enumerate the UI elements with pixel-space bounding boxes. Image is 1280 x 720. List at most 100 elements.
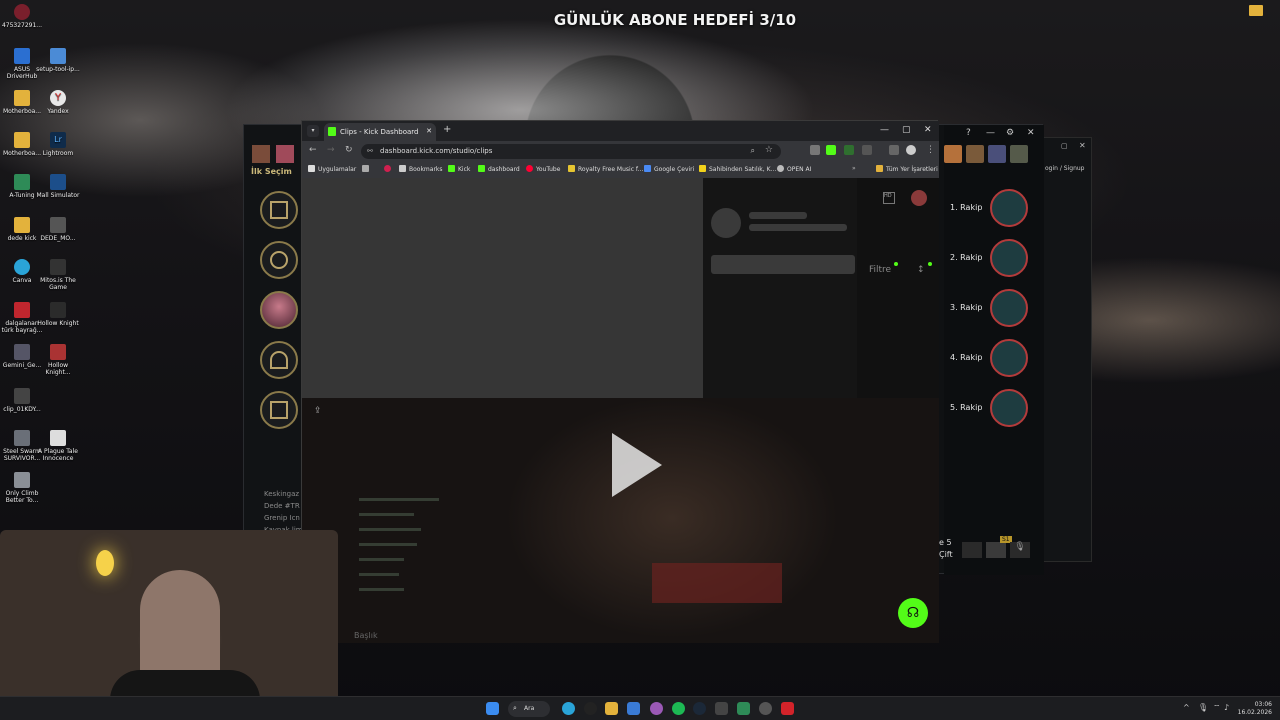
more-menu-icon[interactable]: ⋮ [926,145,935,155]
app-icon[interactable] [715,702,728,715]
bookmark-item[interactable]: YouTube [526,165,560,173]
address-bar[interactable]: ⚯ dashboard.kick.com/studio/clips ⌕ ☆ [361,144,781,159]
tab-clips[interactable]: Clips - Kick Dashboard ✕ [324,123,436,141]
downloads-icon[interactable] [889,145,899,155]
back-icon[interactable]: ← [309,145,317,155]
app-icon[interactable] [737,702,750,715]
desktop-icon[interactable]: Y Yandex [36,90,80,115]
avatar[interactable] [911,190,927,206]
pick-slot[interactable] [260,341,298,379]
bookmark-star-icon[interactable]: ☆ [765,145,773,155]
sort-button[interactable]: ↕ [917,265,925,275]
forward-icon[interactable]: → [327,145,335,155]
app-icon[interactable] [650,702,663,715]
extension-icon[interactable] [844,145,854,155]
pick-slot[interactable] [260,241,298,279]
volume-icon[interactable]: ♪ [1224,703,1229,712]
gear-icon[interactable]: ⚙ [1006,128,1014,138]
bookmark-item[interactable]: Bookmarks [399,165,443,173]
microphone-icon[interactable]: 🎙 [1198,703,1208,712]
bookmark-item[interactable]: Uygulamalar [308,165,356,173]
bookmark-item[interactable]: Royalty Free Music f... [568,165,643,173]
obs-icon[interactable] [584,702,597,715]
extensions-puzzle-icon[interactable] [862,145,872,155]
maximize-icon[interactable]: ▢ [902,125,911,135]
hd-icon[interactable]: HD [883,192,895,204]
zoom-icon[interactable]: ⌕ [751,146,755,156]
reload-icon[interactable]: ↻ [345,145,353,155]
opponent-row[interactable]: 5. Rakip [950,386,1035,432]
desktop-icon[interactable]: Hollow Knight... [36,344,80,376]
champion-portrait[interactable] [944,145,962,163]
support-chat-button[interactable]: ☊ [898,598,928,628]
steam-icon[interactable] [693,702,706,715]
bookmark-item[interactable]: Kick [448,165,470,173]
start-icon[interactable] [486,702,499,715]
desktop-icon[interactable]: Hollow Knight [36,302,80,327]
profile-avatar[interactable] [906,145,916,155]
microphone-icon[interactable]: 🎙 [1010,542,1030,558]
bookmark-item[interactable] [384,165,394,173]
opponent-row[interactable]: 2. Rakip [950,236,1035,282]
desktop-icon[interactable]: Only Climb Better To... [0,472,44,504]
chrome-icon[interactable] [562,702,575,715]
minimize-icon[interactable]: — [880,125,889,135]
app-icon[interactable] [627,702,640,715]
chat-bubble-icon[interactable] [962,542,982,558]
tab-search-icon[interactable]: ▾ [307,125,319,137]
desktop-icon[interactable]: 475327291... [0,4,44,29]
champion-portrait[interactable] [252,145,270,163]
desktop-icon[interactable]: A Plague Tale Innocence [36,430,80,462]
bookmark-item[interactable]: Google Çeviri [644,165,694,173]
opponent-row[interactable]: 3. Rakip [950,286,1035,332]
pick-slot[interactable] [260,391,298,429]
maximize-icon[interactable]: ▢ [1061,142,1068,150]
desktop-icon[interactable]: Lr Lightroom [36,132,80,157]
champion-portrait[interactable] [276,145,294,163]
close-icon[interactable]: ✕ [924,125,932,135]
chevron-up-icon[interactable]: ^ [1183,703,1190,712]
file-explorer-icon[interactable] [605,702,618,715]
desktop-icon[interactable]: Mall Simulator [36,174,80,199]
close-icon[interactable]: ✕ [1079,141,1086,150]
taskbar-search[interactable]: ⌕ Ara [508,701,550,717]
close-tab-icon[interactable]: ✕ [426,127,432,135]
chat-bubble-icon[interactable] [986,542,1006,558]
desktop-icon[interactable]: clip_01KDY... [0,388,44,413]
help-icon[interactable]: ? [966,128,971,138]
login-signup-link[interactable]: ogin / Signup [1045,165,1084,172]
browser-window[interactable]: ▾ Clips - Kick Dashboard ✕ + — ▢ ✕ ← → ↻… [301,120,939,643]
clock[interactable]: 03:06 16.02.2026 [1234,701,1272,717]
extension-icon[interactable] [810,145,820,155]
champion-portrait[interactable] [1010,145,1028,163]
bookmark-item[interactable] [362,165,372,173]
opponent-row[interactable]: 4. Rakip [950,336,1035,382]
bookmark-item[interactable]: Tüm Yer İşaretleri [876,165,938,173]
bookmark-item[interactable]: Sahibinden Satılık, K... [699,165,776,173]
bookmark-item[interactable]: dashboard [478,165,520,173]
champion-portrait[interactable] [966,145,984,163]
background-window[interactable]: ogin / Signup ▢ ✕ [1040,137,1092,562]
app-icon[interactable] [759,702,772,715]
spotify-icon[interactable] [672,702,685,715]
network-icon[interactable]: ⌔ [1213,703,1221,713]
pick-slot[interactable] [260,191,298,229]
opponent-row[interactable]: 1. Rakip [950,186,1035,232]
site-info-icon[interactable]: ⚯ [367,147,373,155]
desktop-icon[interactable]: Mitos.is The Game [36,259,80,291]
pick-slot[interactable] [260,291,298,329]
upload-icon[interactable]: ⇪ [314,406,322,416]
more-bookmarks-icon[interactable]: » [852,165,856,172]
bookmark-item[interactable]: OPEN AI [777,165,811,173]
desktop-icon[interactable]: setup-tool-ip... [36,48,80,73]
app-icon[interactable] [781,702,794,715]
minimize-icon[interactable]: — [986,128,995,138]
new-tab-icon[interactable]: + [443,124,451,135]
folder-icon[interactable] [1249,5,1263,16]
kick-extension-icon[interactable] [826,145,836,155]
play-icon[interactable] [612,433,662,497]
filter-button[interactable]: Filtre [869,265,891,275]
desktop-icon[interactable]: DEDE_MO... [36,217,80,242]
champion-portrait[interactable] [988,145,1006,163]
close-icon[interactable]: ✕ [1027,128,1035,138]
